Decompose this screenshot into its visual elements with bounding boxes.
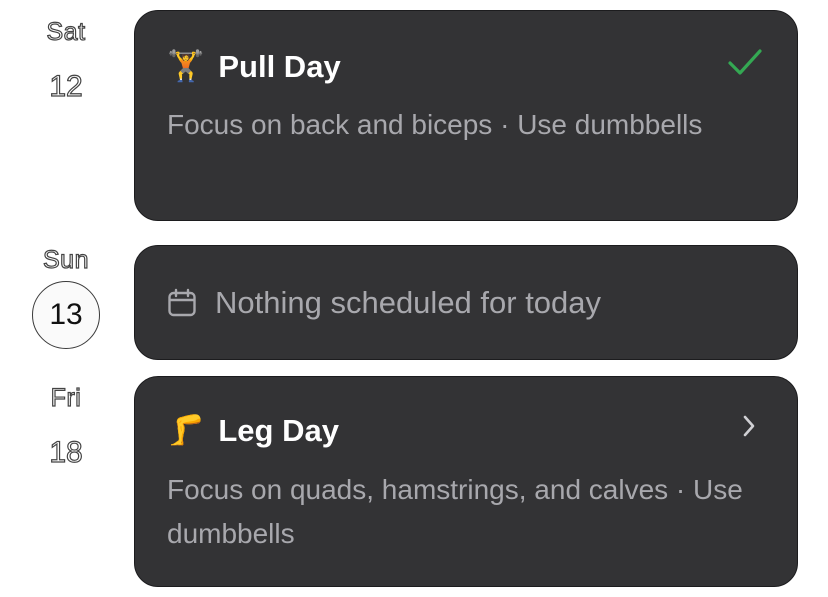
- calendar-icon: [168, 288, 196, 316]
- workout-title: 🏋️ Pull Day: [167, 49, 341, 85]
- weightlifter-emoji-icon: 🏋️: [167, 50, 205, 83]
- checkmark-icon: [728, 49, 762, 75]
- day-number: 18: [49, 435, 84, 469]
- weekday-label: Sun: [42, 245, 89, 274]
- empty-state-text: Nothing scheduled for today: [215, 284, 602, 320]
- workout-title-text: Leg Day: [218, 413, 339, 448]
- workout-card-leg-day[interactable]: 🦵 Leg Day Focus on quads, hamstrings, an…: [134, 376, 798, 587]
- leg-emoji-icon: 🦵: [167, 414, 205, 447]
- empty-day-card[interactable]: Nothing scheduled for today: [134, 245, 798, 360]
- workout-description: Focus on quads, hamstrings, and calves ·…: [167, 474, 743, 549]
- workout-title-text: Pull Day: [218, 49, 341, 84]
- workout-title: 🦵 Leg Day: [167, 413, 339, 449]
- day-number: 13: [49, 298, 83, 331]
- day-row-fri-18: Fri 18 🦵 Leg Day Focus on quads, hamstri…: [0, 370, 828, 597]
- today-day-badge: 13: [32, 281, 100, 349]
- chevron-right-icon[interactable]: [741, 414, 757, 438]
- weekday-label: Fri: [50, 383, 82, 412]
- empty-state: Nothing scheduled for today: [167, 246, 601, 359]
- weekday-label: Sat: [46, 17, 86, 46]
- day-row-sun-13: Sun 13 Nothing scheduled for today: [0, 230, 828, 370]
- workout-description: Focus on back and biceps · Use dumbbells: [167, 109, 703, 140]
- day-number: 12: [49, 69, 84, 103]
- workout-card-pull-day[interactable]: 🏋️ Pull Day Focus on back and biceps · U…: [134, 10, 798, 221]
- day-row-sat-12: Sat 12 🏋️ Pull Day Focus on back and bic…: [0, 0, 828, 230]
